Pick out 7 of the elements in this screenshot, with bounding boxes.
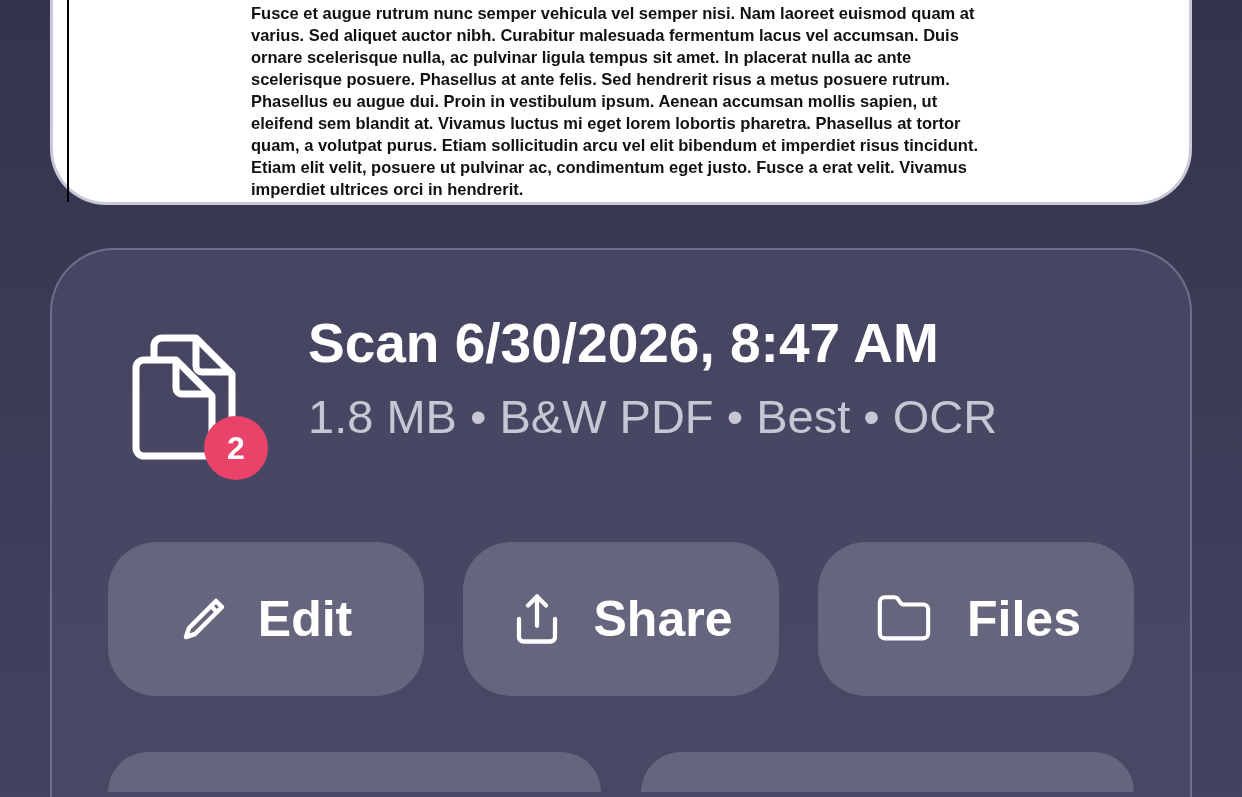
document-text: Fusce et augue rutrum nunc semper vehicula vel semper nisi. Nam laoreet euismod quam at varius. Sed aliquet auctor nibh. Curabitur malesuada fermentum lacus vel accumsan. Duis ornare scelerisque nulla, ac pulvinar ligula tempus sit amet. In placerat nulla ac ante scelerisque posuere. Phasellus at ante felis. Sed hendrerit risus a metus posuere rutrum. Phasellus eu augue dui. Proin in vestibulum ipsum. Aenean accumsan mollis sapien, ut eleifend sem blandit at. Vivamus luctus mi eget lorem lobortis pharetra. Phasellus at tortor quam, a volutpat purus. Etiam sollicitudin arcu vel elit bibendum et imperdiet risus tincidunt. Etiam elit velit, posuere ut pulvinar ac, condimentum eget justo. Fusce a erat velit. Vivamus imperdiet ultrices orci in hendrerit. (251, 3, 979, 200)
scan-title: Scan 6/30/2026, 8:47 AM (308, 311, 940, 376)
action-button[interactable]: Edit (108, 542, 424, 696)
scan-details: 1.8 MB • B&W PDF • Best • OCR (308, 389, 998, 445)
action-button[interactable]: Share (463, 542, 779, 696)
action-button[interactable]: Files (818, 542, 1134, 696)
count-badge: 2 (204, 416, 268, 480)
